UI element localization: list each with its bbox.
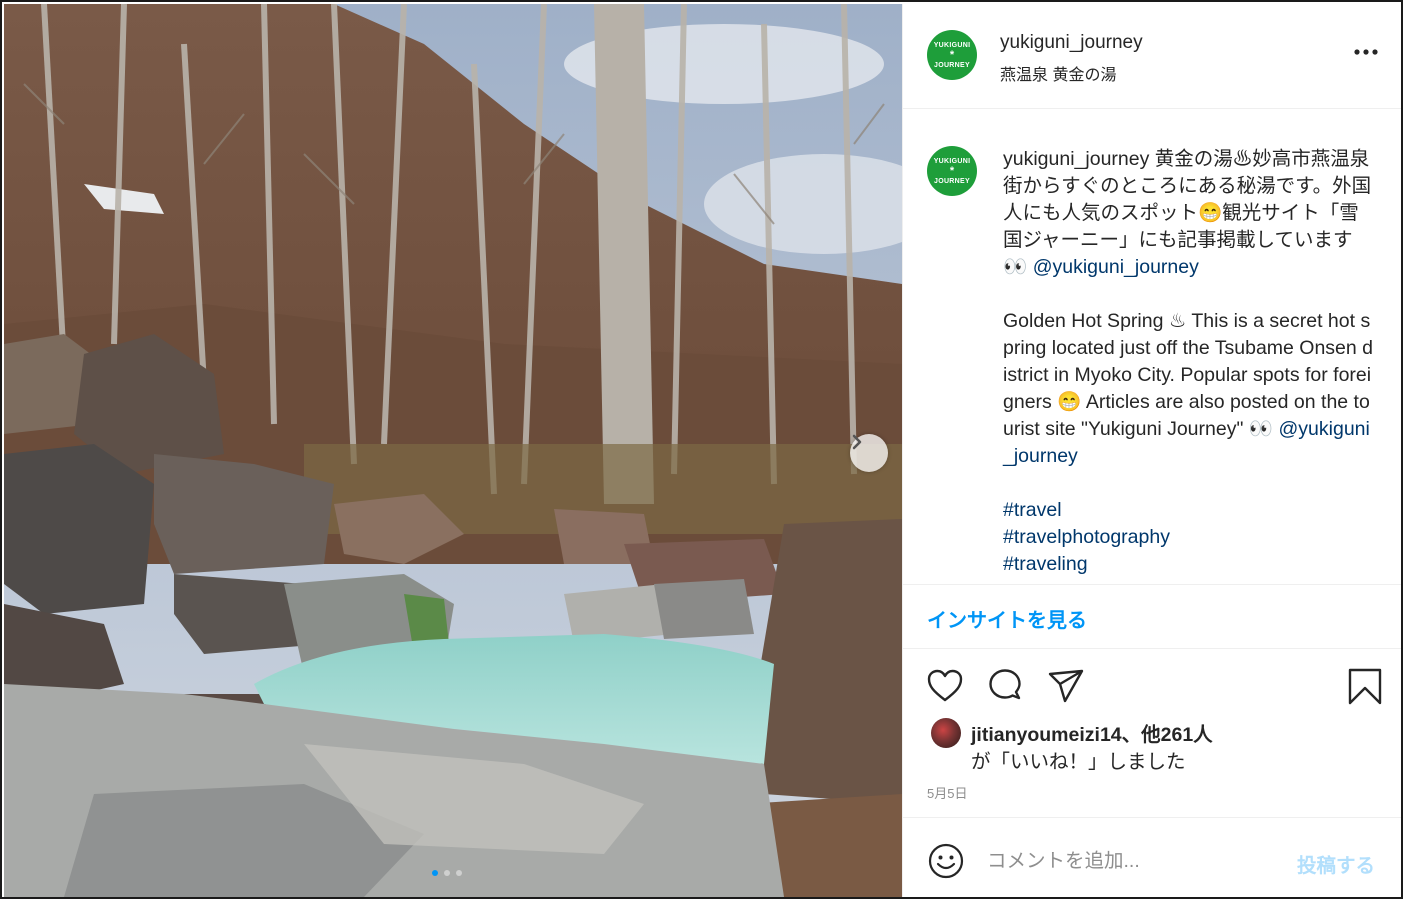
comment-bar: 投稿する bbox=[903, 817, 1401, 897]
comment-icon[interactable] bbox=[985, 666, 1025, 706]
post-header: YUKIGUNI * JOURNEY yukiguni_journey 燕温泉 … bbox=[903, 4, 1401, 109]
likes-count[interactable]: 、他261人 bbox=[1122, 724, 1213, 746]
hashtag-link[interactable]: #travel bbox=[1003, 497, 1375, 524]
caption-text: yukiguni_journey 黄金の湯♨妙高市燕温泉街からすぐのところにある… bbox=[1003, 146, 1375, 578]
avatar[interactable]: YUKIGUNI * JOURNEY bbox=[927, 146, 977, 196]
username-link[interactable]: yukiguni_journey bbox=[1000, 32, 1143, 54]
action-bar bbox=[903, 664, 1401, 708]
hot-spring-image bbox=[4, 4, 902, 897]
view-insights-button[interactable]: インサイトを見る bbox=[927, 604, 1087, 633]
avatar-text: JOURNEY bbox=[934, 177, 970, 185]
avatar[interactable]: YUKIGUNI * JOURNEY bbox=[927, 30, 977, 80]
liker-avatar[interactable] bbox=[931, 718, 961, 748]
carousel-dot bbox=[456, 870, 462, 876]
insight-section: インサイトを見る bbox=[903, 584, 1401, 649]
post-photo[interactable] bbox=[4, 4, 902, 897]
send-icon[interactable] bbox=[1046, 666, 1086, 706]
carousel-dot bbox=[432, 870, 438, 876]
caption-area: YUKIGUNI * JOURNEY yukiguni_journey 黄金の湯… bbox=[903, 110, 1401, 584]
caption-username[interactable]: yukiguni_journey bbox=[1003, 148, 1149, 170]
carousel-dots bbox=[432, 870, 462, 876]
likes-line[interactable]: jitianyoumeizi14、他261人 bbox=[971, 718, 1213, 747]
next-photo-button[interactable] bbox=[850, 434, 888, 472]
post-comment-button[interactable]: 投稿する bbox=[1297, 849, 1375, 878]
more-horizontal-icon[interactable] bbox=[1351, 40, 1381, 64]
avatar-text: YUKIGUNI bbox=[933, 41, 971, 49]
liker-username[interactable]: jitianyoumeizi14 bbox=[971, 724, 1122, 746]
avatar-text: YUKIGUNI bbox=[933, 157, 971, 165]
likes-suffix: が「いいね！」しました bbox=[971, 751, 1186, 773]
carousel-dot bbox=[444, 870, 450, 876]
avatar-text: * bbox=[949, 48, 955, 61]
comment-input[interactable] bbox=[987, 844, 1277, 878]
hashtag-link[interactable]: #traveling bbox=[1003, 551, 1375, 578]
avatar-text: JOURNEY bbox=[934, 61, 970, 69]
mention-link[interactable]: @yukiguni_journey bbox=[1033, 256, 1199, 278]
likes-summary: jitianyoumeizi14、他261人 が「いいね！」しました bbox=[903, 714, 1401, 774]
smile-icon[interactable] bbox=[927, 842, 965, 880]
post-date[interactable]: 5月5日 bbox=[927, 783, 967, 802]
hashtag-link[interactable]: #travelphotography bbox=[1003, 524, 1375, 551]
bookmark-icon[interactable] bbox=[1345, 666, 1385, 706]
location-link[interactable]: 燕温泉 黄金の湯 bbox=[1000, 61, 1116, 85]
post-dialog: YUKIGUNI * JOURNEY yukiguni_journey 燕温泉 … bbox=[0, 0, 1403, 899]
chevron-right-icon bbox=[852, 434, 862, 450]
heart-icon[interactable] bbox=[925, 666, 965, 706]
avatar-text: * bbox=[949, 164, 955, 177]
post-side-panel: YUKIGUNI * JOURNEY yukiguni_journey 燕温泉 … bbox=[902, 4, 1401, 897]
